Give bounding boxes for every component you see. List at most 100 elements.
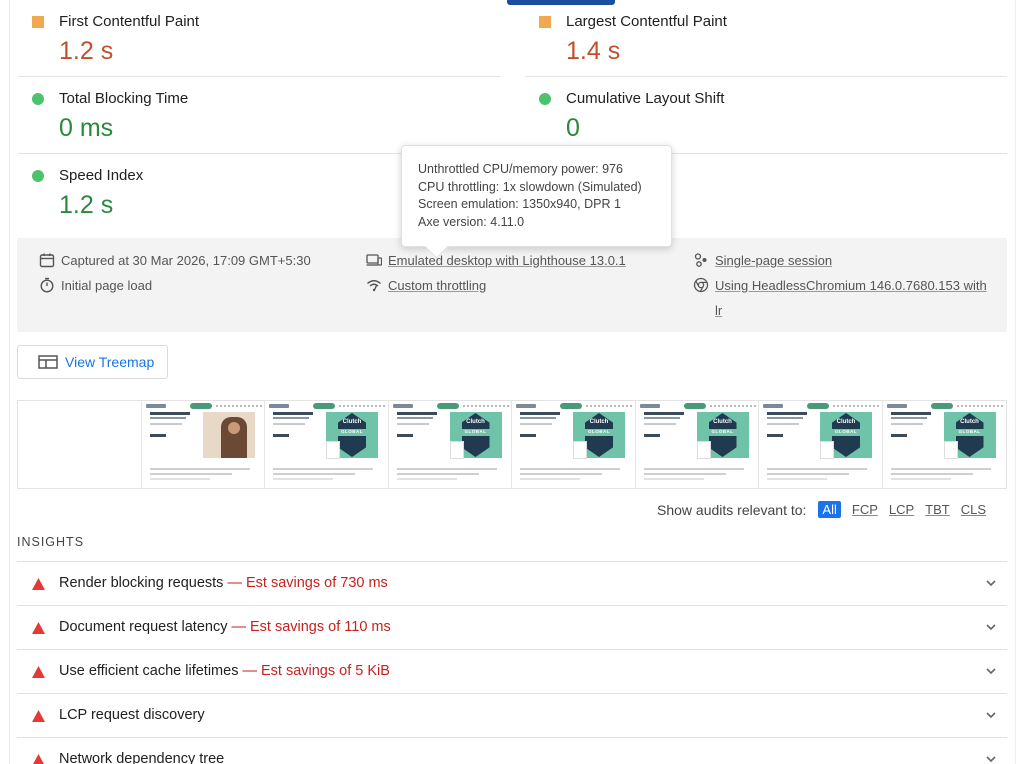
tooltip-axe-version: Axe version: 4.11.0 [418, 214, 525, 229]
filmstrip-frame-blank [18, 401, 142, 488]
devices-icon [366, 254, 382, 266]
frame-hero-photo [202, 412, 255, 458]
badge-clutch-text: Clutch [466, 419, 485, 425]
metric-value: 1.2 s [59, 37, 114, 65]
frame-nav-pill [930, 403, 953, 409]
insights-heading: INSIGHTS [17, 535, 85, 549]
metric-title: Speed Index [59, 167, 144, 184]
single-page-session-link[interactable]: Single-page session [715, 248, 832, 273]
frame-footer-line [643, 468, 744, 470]
badge-global-text: GLOBAL [464, 429, 487, 434]
browser-version[interactable]: Using HeadlessChromium 146.0.7680.153 wi… [693, 273, 993, 323]
frame-side-card [696, 441, 711, 459]
filmstrip-frame [142, 401, 265, 488]
audit-filter-label: Show audits relevant to: [657, 501, 807, 518]
warning-triangle-icon [32, 710, 45, 722]
metric-value: 1.2 s [59, 191, 114, 219]
frame-subheading [643, 417, 680, 419]
filmstrip-frame: Clutch GLOBAL [512, 401, 636, 488]
frame-footer-line [643, 478, 704, 480]
captured-at: Captured at 30 Mar 2026, 17:09 GMT+5:30 [39, 248, 311, 273]
frame-nav-pill [313, 403, 335, 409]
chevron-down-icon[interactable] [985, 578, 997, 588]
single-page-session[interactable]: Single-page session [693, 248, 832, 273]
initial-page-load: Initial page load [39, 273, 152, 298]
filmstrip-frame: Clutch GLOBAL [265, 401, 389, 488]
frame-footer-line [520, 468, 620, 470]
session-icon [694, 253, 707, 267]
frame-nav-pill [807, 403, 829, 409]
frame-text [149, 423, 182, 425]
frame-heading [643, 412, 684, 415]
tooltip-cpu-throttling: CPU throttling: 1x slowdown (Simulated) [418, 179, 642, 194]
frame-subheading [273, 417, 309, 419]
chevron-down-icon[interactable] [985, 754, 997, 764]
frame-heading [520, 412, 560, 415]
warning-triangle-icon [32, 666, 45, 678]
metric-title: First Contentful Paint [59, 13, 200, 30]
frame-side-card [449, 441, 464, 459]
frame-footer-line [520, 473, 602, 475]
badge-global-text: GLOBAL [958, 429, 981, 434]
badge-clutch-text: Clutch [589, 419, 609, 425]
view-treemap-button[interactable]: View Treemap [17, 345, 168, 379]
frame-text [890, 423, 923, 425]
frame-menu [586, 405, 632, 407]
metric-title: Total Blocking Time [59, 90, 189, 107]
frame-subheading [767, 417, 803, 419]
frame-text [643, 423, 676, 425]
insight-title: Document request latency — Est savings of… [59, 619, 391, 635]
badge-global-text: GLOBAL [341, 429, 363, 434]
frame-side-card [943, 441, 958, 459]
frame-text [520, 423, 552, 425]
insight-render-blocking[interactable]: Render blocking requests — Est savings of… [17, 561, 1007, 605]
frame-footer-line [396, 473, 479, 475]
badge-global-text: GLOBAL [711, 429, 734, 434]
frame-footer-line [767, 473, 849, 475]
custom-throttling-link[interactable]: Custom throttling [388, 273, 486, 298]
frame-footer-line [149, 473, 232, 475]
view-treemap-label: View Treemap [65, 354, 155, 370]
insight-network-dependency[interactable]: Network dependency tree [17, 737, 1007, 764]
filmstrip-frame: Clutch GLOBAL [759, 401, 883, 488]
custom-throttling[interactable]: Custom throttling [366, 273, 486, 298]
insight-savings: — Est savings of 730 ms [227, 575, 388, 591]
frame-logo [392, 404, 413, 408]
insight-lcp-discovery[interactable]: LCP request discovery [17, 693, 1007, 737]
chevron-down-icon[interactable] [985, 666, 997, 676]
tooltip-cpu-power: Unthrottled CPU/memory power: 976 [418, 162, 623, 176]
insight-title: Render blocking requests — Est savings of… [59, 575, 388, 591]
filter-chip-cls[interactable]: CLS [961, 502, 986, 517]
filter-chip-lcp[interactable]: LCP [889, 502, 914, 517]
metric-title: Largest Contentful Paint [566, 13, 727, 30]
initial-page-load-text: Initial page load [61, 278, 153, 293]
frame-footer-line [643, 473, 726, 475]
environment-tooltip: Unthrottled CPU/memory power: 976 CPU th… [401, 145, 672, 247]
frame-button [643, 434, 660, 437]
frame-footer-line [520, 478, 580, 480]
filter-chip-fcp[interactable]: FCP [852, 502, 878, 517]
pass-circle-icon [539, 93, 551, 105]
warning-triangle-icon [32, 578, 45, 590]
chevron-down-icon[interactable] [985, 622, 997, 632]
filter-chip-tbt[interactable]: TBT [925, 502, 950, 517]
insight-cache-lifetimes[interactable]: Use efficient cache lifetimes — Est savin… [17, 649, 1007, 693]
insight-document-latency[interactable]: Document request latency — Est savings of… [17, 605, 1007, 649]
warning-triangle-icon [32, 622, 45, 634]
insight-savings: — Est savings of 5 KiB [242, 663, 390, 679]
filter-chip-all[interactable]: All [818, 501, 841, 518]
frame-menu [833, 405, 879, 407]
frame-text [273, 423, 305, 425]
wifi-icon [367, 280, 381, 292]
emulated-desktop-link[interactable]: Emulated desktop with Lighthouse 13.0.1 [388, 248, 626, 273]
frame-button [767, 434, 783, 437]
metric-value: 0 ms [59, 114, 114, 142]
browser-version-link[interactable]: Using HeadlessChromium 146.0.7680.153 wi… [715, 273, 993, 323]
audit-filter: Show audits relevant to: All FCP LCP TBT… [657, 501, 986, 518]
frame-menu [956, 405, 1003, 407]
metric-cumulative-layout-shift: Cumulative Layout Shift 0 [525, 77, 1007, 154]
frame-subheading [520, 417, 556, 419]
emulated-desktop[interactable]: Emulated desktop with Lighthouse 13.0.1 [366, 248, 626, 273]
chevron-down-icon[interactable] [985, 710, 997, 720]
frame-text [396, 423, 429, 425]
